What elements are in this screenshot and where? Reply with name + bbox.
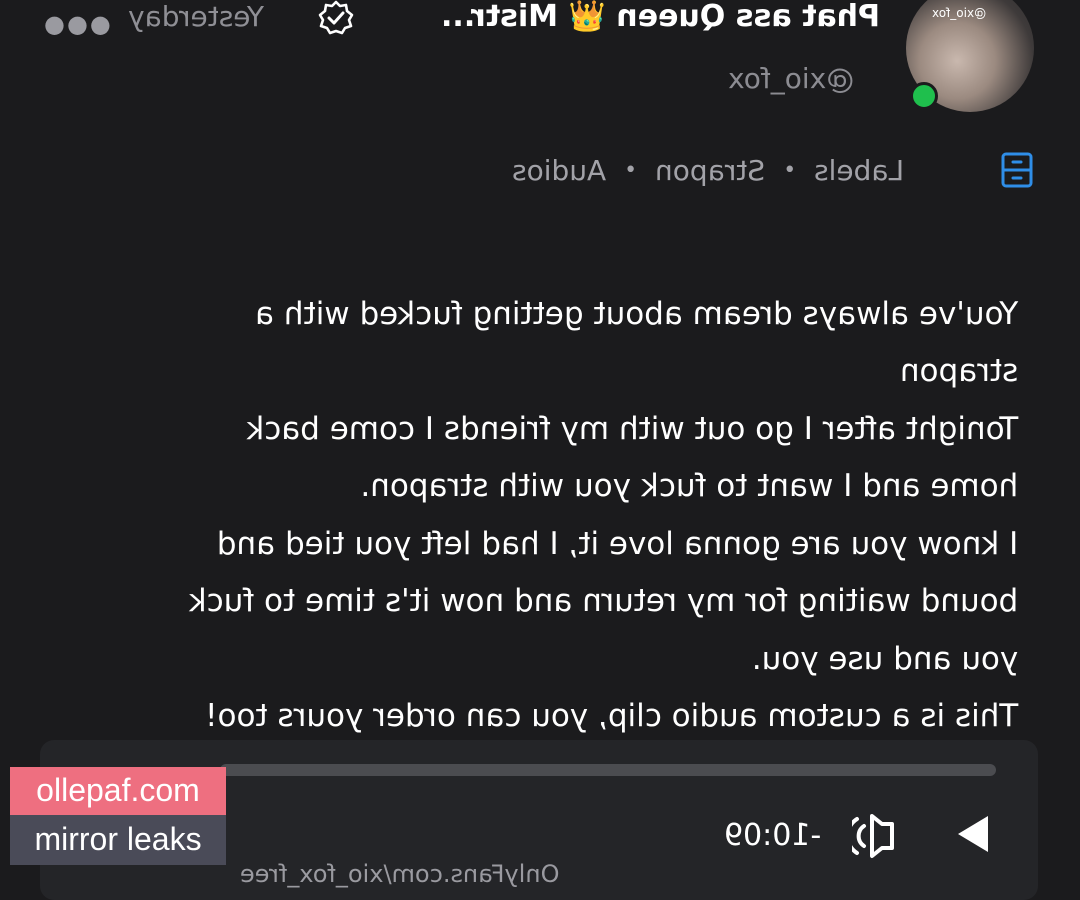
author-handle[interactable]: @xio_fox xyxy=(728,62,854,95)
volume-icon[interactable] xyxy=(852,808,904,864)
more-options-icon[interactable]: ●●● xyxy=(44,10,113,38)
post-body: You've always dream about getting fucked… xyxy=(40,228,1038,746)
post-body-line: You've always dream about getting fucked… xyxy=(255,295,1019,332)
label-tag-audios[interactable]: Audios xyxy=(512,154,606,187)
source-url-text: OnlyFans.com/xio_fox_free xyxy=(240,860,560,888)
online-status-dot xyxy=(910,82,938,110)
post-body-line: I know you are gonna love it, I had left… xyxy=(216,525,1019,562)
label-separator: • xyxy=(783,157,797,183)
post-body-line: Tonight after I go out with my friends I… xyxy=(246,410,1019,447)
play-icon[interactable] xyxy=(956,814,990,854)
labels-row: Audios • Strapon • Labels xyxy=(512,150,982,190)
watermark-site: ollepaf.com xyxy=(10,767,226,815)
label-separator: • xyxy=(624,157,638,183)
post-date: Yesterday xyxy=(128,0,264,33)
labels-icon xyxy=(1001,152,1033,188)
time-remaining: -10:09 xyxy=(724,818,822,853)
post-body-line: strapon xyxy=(899,353,1019,389)
label-tag-strapon[interactable]: Strapon xyxy=(655,154,765,187)
post-body-line: you and use you. xyxy=(751,640,1019,677)
audio-progress-track[interactable] xyxy=(220,764,996,776)
author-display-name[interactable]: Phat ass Queen 👑 Mistr... xyxy=(441,0,880,34)
author-name-row[interactable]: Phat ass Queen 👑 Mistr... xyxy=(441,0,880,38)
post-body-line: This is a custom audio clip, you can ord… xyxy=(205,698,1019,734)
labels-title: Labels xyxy=(814,153,905,187)
post-body-line: bound waiting for my return and now it's… xyxy=(188,583,1019,619)
post-body-line: home and I want to fuck you with strapon… xyxy=(360,468,1019,504)
avatar-tag: @xio_fox xyxy=(932,6,987,20)
watermark-tagline: mirror leaks xyxy=(10,815,226,865)
verified-badge-icon xyxy=(318,0,354,35)
